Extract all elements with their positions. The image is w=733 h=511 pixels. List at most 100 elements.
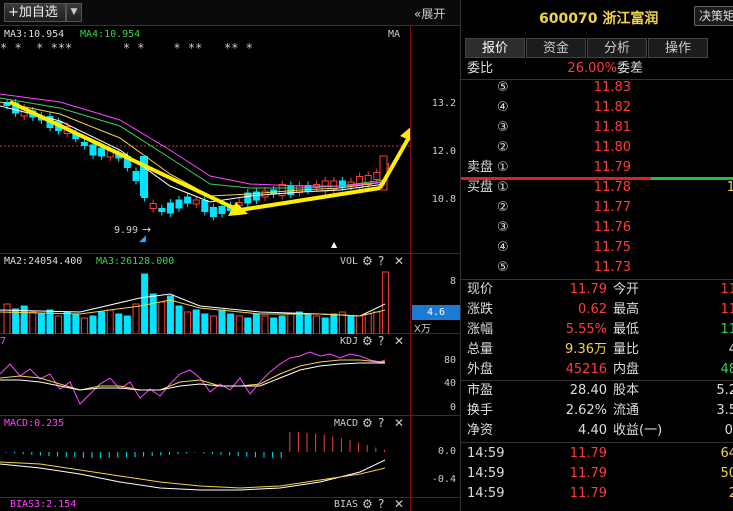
bias-tag: BIAS — [334, 499, 359, 510]
macd-tick-neg: -0.4 — [431, 474, 456, 485]
macd-panel[interactable]: MACD:0.235 MACD ⚙ ? ✕ 0.0 -0.4 — [0, 416, 460, 498]
volume-bar — [364, 313, 372, 334]
kline-panel[interactable]: MA3:10.954 MA4:10.954 MA * * * *** * * *… — [0, 26, 460, 254]
quote-row-pct: 涨幅 5.55% 最低 11 — [467, 322, 733, 337]
add-watchlist-button[interactable]: +加自选 — [4, 3, 66, 22]
candle — [261, 187, 269, 201]
candle — [175, 196, 183, 212]
chevron-down-icon: ▼ — [70, 7, 78, 17]
volume-bar — [252, 313, 260, 334]
candle — [166, 199, 174, 217]
stock-title: 600070 浙江富润 — [539, 11, 659, 27]
plus-icon: + — [8, 5, 19, 20]
volume-bar — [270, 317, 278, 334]
volume-bar — [235, 315, 243, 334]
watchlist-dropdown-button[interactable]: ▼ — [66, 3, 82, 22]
volume-bar — [330, 313, 338, 334]
volume-bar — [89, 315, 97, 334]
fund-row-pe: 市盈 28.40 股本 5.2 — [467, 383, 733, 398]
tick-row: 14:59 11.79 50 — [467, 466, 733, 481]
tab-analysis[interactable]: 分析 — [587, 38, 647, 58]
buy-2[interactable]: ② 11.77 — [467, 198, 733, 218]
tick-row: 14:59 11.79 2 — [467, 486, 733, 501]
stock-header: 600070 浙江富润 决策矩 — [461, 0, 733, 34]
volume-bar — [356, 315, 364, 334]
decision-matrix-button[interactable]: 决策矩 — [694, 6, 733, 26]
candle — [244, 189, 252, 207]
tab-operate[interactable]: 操作 — [648, 38, 708, 58]
vol-tick-top: 8 — [449, 276, 456, 287]
volume-bar — [132, 303, 140, 334]
candle — [278, 180, 286, 200]
kdj-tick-40: 40 — [443, 378, 456, 389]
sell-1[interactable]: 卖盘 ① 11.79 — [467, 158, 733, 178]
sell-3[interactable]: ③ 11.81 — [467, 118, 733, 138]
candle — [287, 181, 295, 199]
tab-quote[interactable]: 报价 — [465, 38, 525, 58]
chart-toolbar: +加自选 ▼ «展开 — [0, 0, 460, 26]
fund-row-turnover: 换手 2.62% 流通 3.5 — [467, 403, 733, 418]
bias-panel[interactable]: BIAS3:2.154 BIAS ⚙ ? ✕ — [0, 497, 460, 511]
candle — [158, 204, 166, 216]
volume-bar — [192, 309, 200, 334]
volume-bar — [3, 303, 11, 334]
gear-icon[interactable]: ⚙ — [362, 497, 373, 511]
kdj-chart — [0, 351, 386, 405]
macd-histogram — [5, 432, 385, 458]
candle — [149, 199, 157, 213]
volume-bar — [373, 311, 381, 334]
vol-unit: X万 — [414, 324, 431, 335]
trend-arrows — [9, 100, 410, 216]
buy-4[interactable]: ④ 11.75 — [467, 238, 733, 258]
volume-bar — [347, 315, 355, 334]
volume-bar — [166, 295, 174, 334]
volume-bar — [149, 293, 157, 334]
sell-2[interactable]: ② 11.80 — [467, 138, 733, 158]
candles — [3, 98, 389, 221]
volume-bar — [381, 271, 389, 334]
volume-bar — [218, 309, 226, 334]
fund-row-nav: 净资4.40收益(一)0. — [467, 423, 733, 438]
volume-bar — [184, 311, 192, 334]
candle — [132, 167, 140, 185]
buy-5[interactable]: ⑤ 11.73 — [467, 258, 733, 278]
volume-bar — [115, 313, 123, 334]
sell-5[interactable]: ⑤ 11.83 — [467, 78, 733, 98]
volume-bar — [304, 313, 312, 334]
kdj-tick-80: 80 — [443, 355, 456, 366]
kdj-tick-0: 0 — [449, 402, 456, 413]
tab-funds[interactable]: 资金 — [526, 38, 586, 58]
buy-1[interactable]: 买盘 ① 11.78 1 — [467, 178, 733, 198]
candle — [209, 203, 217, 221]
volume-bar — [227, 313, 235, 334]
volume-bar — [123, 315, 131, 334]
volume-bar — [29, 311, 37, 334]
volume-panel[interactable]: MA2:24054.400 MA3:26128.000 VOL ⚙ ? ✕ 8 … — [0, 254, 460, 335]
volume-bars — [3, 271, 389, 334]
sell-4[interactable]: ④ 11.82 — [467, 98, 733, 118]
candle — [356, 172, 364, 192]
volume-bar — [37, 313, 45, 334]
volume-bar — [63, 311, 71, 334]
close-icon[interactable]: ✕ — [394, 497, 404, 511]
kdj-panel[interactable]: 7 KDJ ⚙ ? ✕ 80 40 0 — [0, 334, 460, 416]
volume-bar — [287, 313, 295, 334]
quote-panel: 600070 浙江富润 决策矩 报价 资金 分析 操作 委比 26.00% 委差… — [460, 0, 733, 511]
candle — [184, 193, 192, 207]
buy-3[interactable]: ③ 11.76 — [467, 218, 733, 238]
volume-bar — [80, 317, 88, 334]
volume-bar — [106, 309, 114, 334]
wei-bi-row: 委比 26.00% 委差 — [467, 61, 644, 76]
volume-bar — [98, 311, 106, 334]
volume-bar — [261, 315, 269, 334]
macd-tick-0: 0.0 — [437, 446, 456, 457]
expand-button[interactable]: «展开 — [414, 5, 445, 22]
volume-bar — [201, 313, 209, 334]
quote-row-price: 现价 11.79 今开 11 — [467, 282, 733, 297]
volume-bar — [72, 313, 80, 334]
volume-bar — [175, 305, 183, 334]
volume-bar — [321, 317, 329, 334]
help-icon[interactable]: ? — [378, 497, 384, 511]
volume-bar — [141, 273, 149, 334]
quote-row-volume: 总量 9.36万 量比 4 — [467, 342, 733, 357]
